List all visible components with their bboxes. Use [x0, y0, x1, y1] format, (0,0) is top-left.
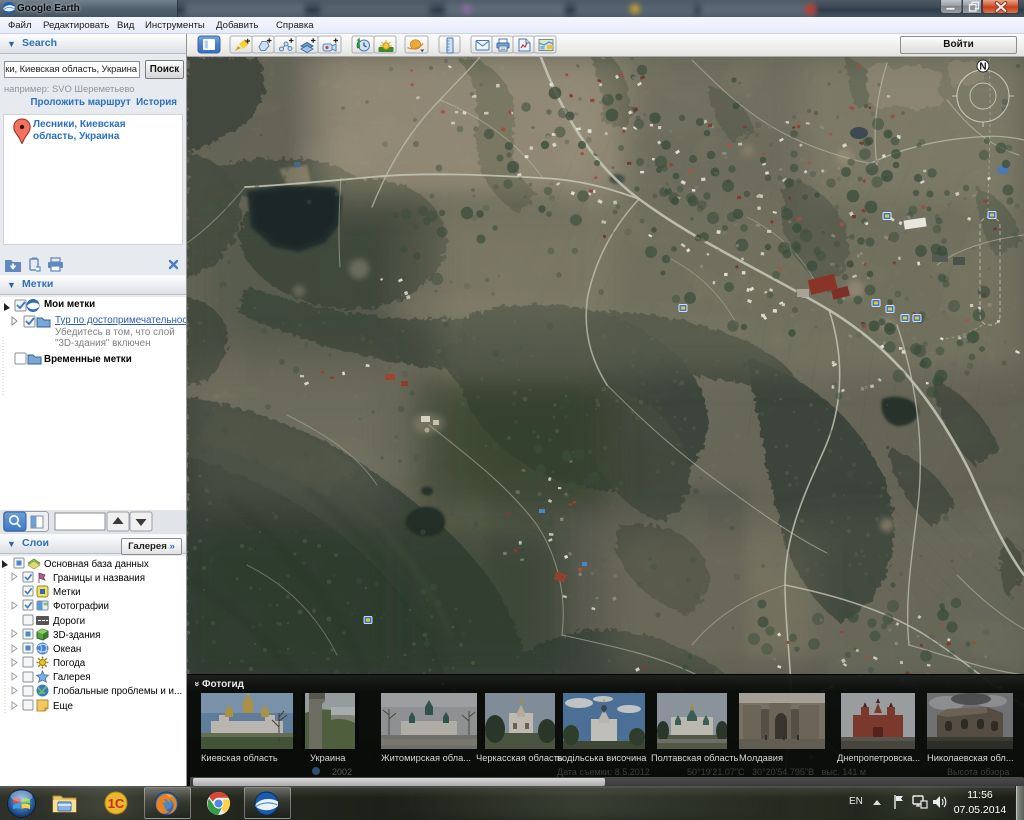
- svg-text:N: N: [979, 62, 986, 73]
- svg-text:1С: 1С: [108, 796, 125, 811]
